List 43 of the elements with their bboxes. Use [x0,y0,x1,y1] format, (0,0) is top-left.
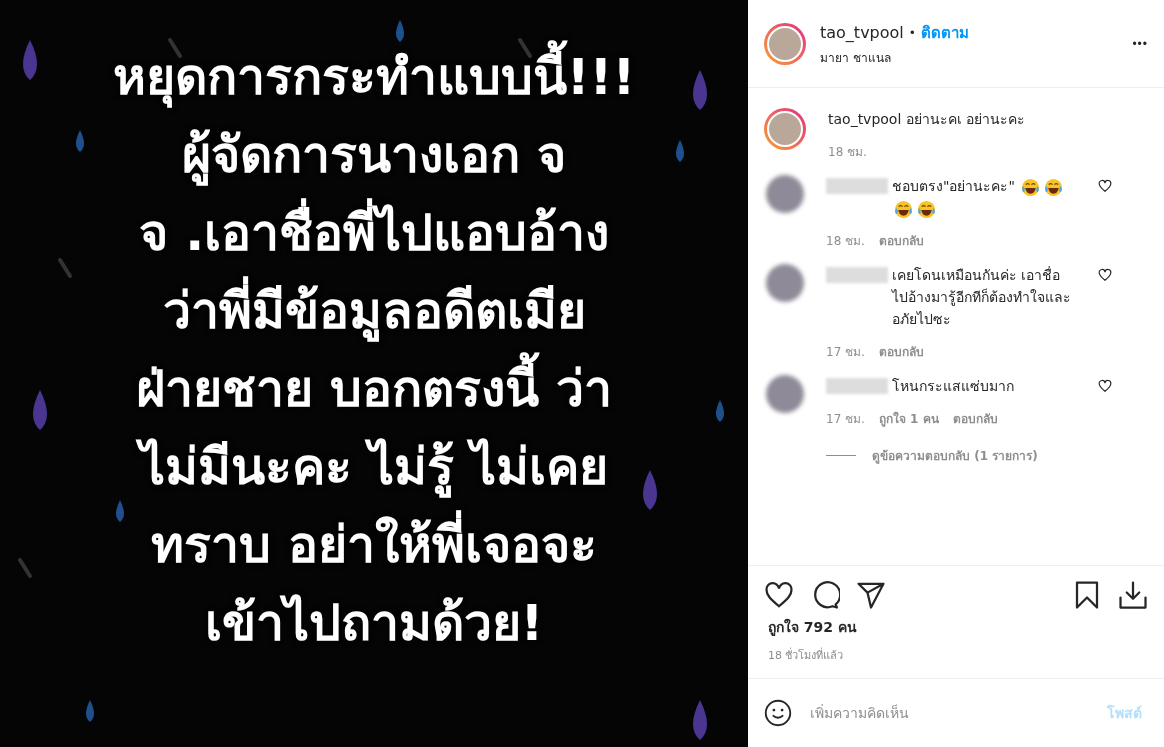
caption-text: tao_tvpool อย่านะคเ อย่านะคะ [828,110,1027,129]
avatar[interactable] [766,175,804,213]
laughing-emoji-icon [1021,177,1041,197]
comment-time: 17 ชม. [826,344,865,361]
heart-icon[interactable] [764,580,794,610]
post-time: 18 ชั่วโมงที่แล้ว [748,638,1164,679]
comment-time: 18 ชม. [826,233,865,250]
avatar[interactable] [764,108,806,150]
comment-text: เคยโดนเหมือนกันค่ะ เอาชื่อไปอ้างมารู้อีกทีก็ต้องทำใจและอภัยไปซะ [892,267,1071,327]
avatar[interactable] [766,375,804,413]
likes-count[interactable]: ถูกใจ 792 คน [748,616,1164,638]
laughing-emoji-icon [894,199,913,219]
post-image-text: เข้าไปถามด้วย! [204,593,544,654]
laughing-emoji-icon [917,199,936,219]
more-options-button[interactable]: ••• [1132,36,1148,51]
username[interactable]: tao_tvpool [820,23,904,42]
post-image-text: ว่าพี่มีข้อมูลอดีตเมีย [162,272,586,350]
avatar[interactable] [766,264,804,302]
post-image-text: ผู้จัดการนางเอก จ [181,125,567,188]
share-icon[interactable] [856,580,886,610]
post-image-text: จ .เอาชื่อพี่ไปแอบอ้าง [138,194,610,272]
reply-link[interactable]: ตอบกลับ [878,231,924,250]
comment-likes-link[interactable]: ถูกใจ 1 คน [878,409,939,428]
emoji-icon[interactable] [764,699,792,727]
comment-text: ชอบตรง"อย่านะคะ" [892,178,1015,194]
reply-link[interactable]: ตอบกลับ [878,342,924,361]
laughing-emoji-icon [1044,177,1064,197]
avatar[interactable] [764,22,806,65]
heart-icon[interactable] [1098,379,1112,393]
heart-icon[interactable] [1098,268,1112,282]
view-replies-link[interactable]: ดูข้อความตอบกลับ (1 รายการ) [872,446,1038,465]
post-image-text: ฝ่ายชาย บอกตรงนี้ ว่า [135,350,613,428]
post-image-text: ทราบ อย่าให้พี่เจอจะ [150,506,598,584]
comment-time: 18 ชม. [828,144,867,161]
reply-link[interactable]: ตอบกลับ [952,409,998,428]
separator: • [908,25,916,40]
heart-icon[interactable] [1098,179,1112,193]
comment-text: โหนกระแสแซ่บมาก [892,378,1014,394]
download-icon[interactable] [1118,580,1148,610]
post-image-text: หยุดการกระทำแบบนี้!!! [112,38,636,116]
comment-time: 17 ชม. [826,411,865,428]
follow-link[interactable]: ติดตาม [920,20,969,45]
location-link[interactable]: มายา ชาแนล [820,47,1119,67]
